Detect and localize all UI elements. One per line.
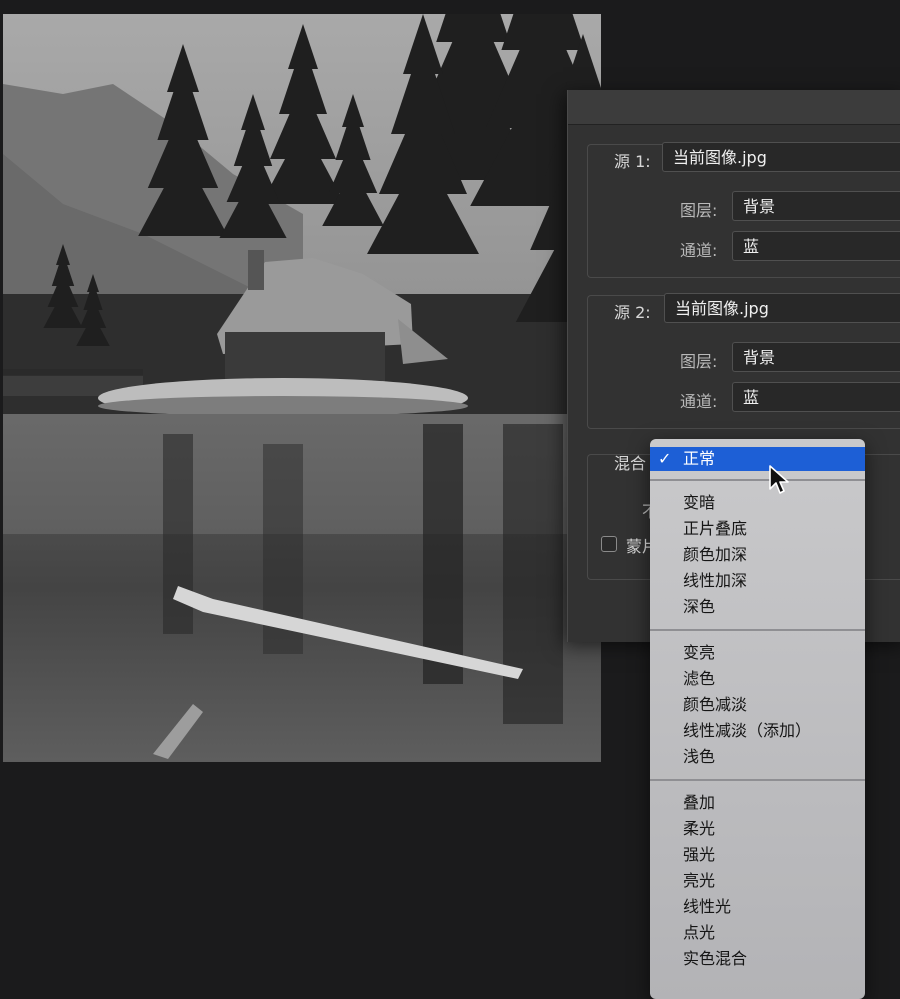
menu-item-vivid-light[interactable]: 亮光: [650, 868, 865, 894]
layer1-select[interactable]: 背景: [732, 191, 900, 221]
menu-item-linear-dodge[interactable]: 线性减淡（添加）: [650, 718, 865, 744]
menu-separator: [650, 629, 865, 631]
mask-checkbox[interactable]: [601, 536, 617, 552]
channel2-label: 通道:: [680, 392, 718, 411]
menu-item-pin-light[interactable]: 点光: [650, 920, 865, 946]
channel2-select[interactable]: 蓝: [732, 382, 900, 412]
layer2-label: 图层:: [680, 352, 718, 371]
menu-item-darker-color[interactable]: 深色: [650, 594, 865, 620]
source2-label: 源 2:: [614, 303, 651, 322]
channel1-select[interactable]: 蓝: [732, 231, 900, 261]
source1-select[interactable]: 当前图像.jpg: [662, 142, 900, 172]
menu-item-normal[interactable]: ✓ 正常: [650, 447, 865, 471]
blend-label: 混合: [614, 454, 647, 473]
menu-item-darken[interactable]: 变暗: [650, 490, 865, 516]
menu-item-soft-light[interactable]: 柔光: [650, 816, 865, 842]
checkmark-icon: ✓: [658, 449, 672, 468]
menu-separator: [650, 779, 865, 781]
lake-cabin-photo: [3, 14, 601, 762]
source1-label: 源 1:: [614, 152, 651, 171]
layer2-select[interactable]: 背景: [732, 342, 900, 372]
mouse-pointer-icon: [769, 465, 789, 494]
blend-mode-menu: ✓ 正常 变暗 正片叠底 颜色加深 线性加深 深色 变亮 滤色 颜色减淡 线性减…: [650, 439, 865, 999]
menu-item-screen[interactable]: 滤色: [650, 666, 865, 692]
menu-item-color-burn[interactable]: 颜色加深: [650, 542, 865, 568]
menu-item-label: 正常: [683, 449, 716, 468]
menu-item-lighter-color[interactable]: 浅色: [650, 744, 865, 770]
dialog-titlebar[interactable]: [568, 90, 900, 125]
source2-select[interactable]: 当前图像.jpg: [664, 293, 900, 323]
layer1-label: 图层:: [680, 201, 718, 220]
menu-item-overlay[interactable]: 叠加: [650, 790, 865, 816]
menu-item-hard-light[interactable]: 强光: [650, 842, 865, 868]
menu-item-linear-burn[interactable]: 线性加深: [650, 568, 865, 594]
menu-item-multiply[interactable]: 正片叠底: [650, 516, 865, 542]
canvas-image: [3, 14, 601, 762]
menu-item-color-dodge[interactable]: 颜色减淡: [650, 692, 865, 718]
menu-item-lighten[interactable]: 变亮: [650, 640, 865, 666]
menu-separator: [650, 479, 865, 481]
channel1-label: 通道:: [680, 241, 718, 260]
menu-item-hard-mix[interactable]: 实色混合: [650, 946, 865, 972]
menu-item-linear-light[interactable]: 线性光: [650, 894, 865, 920]
